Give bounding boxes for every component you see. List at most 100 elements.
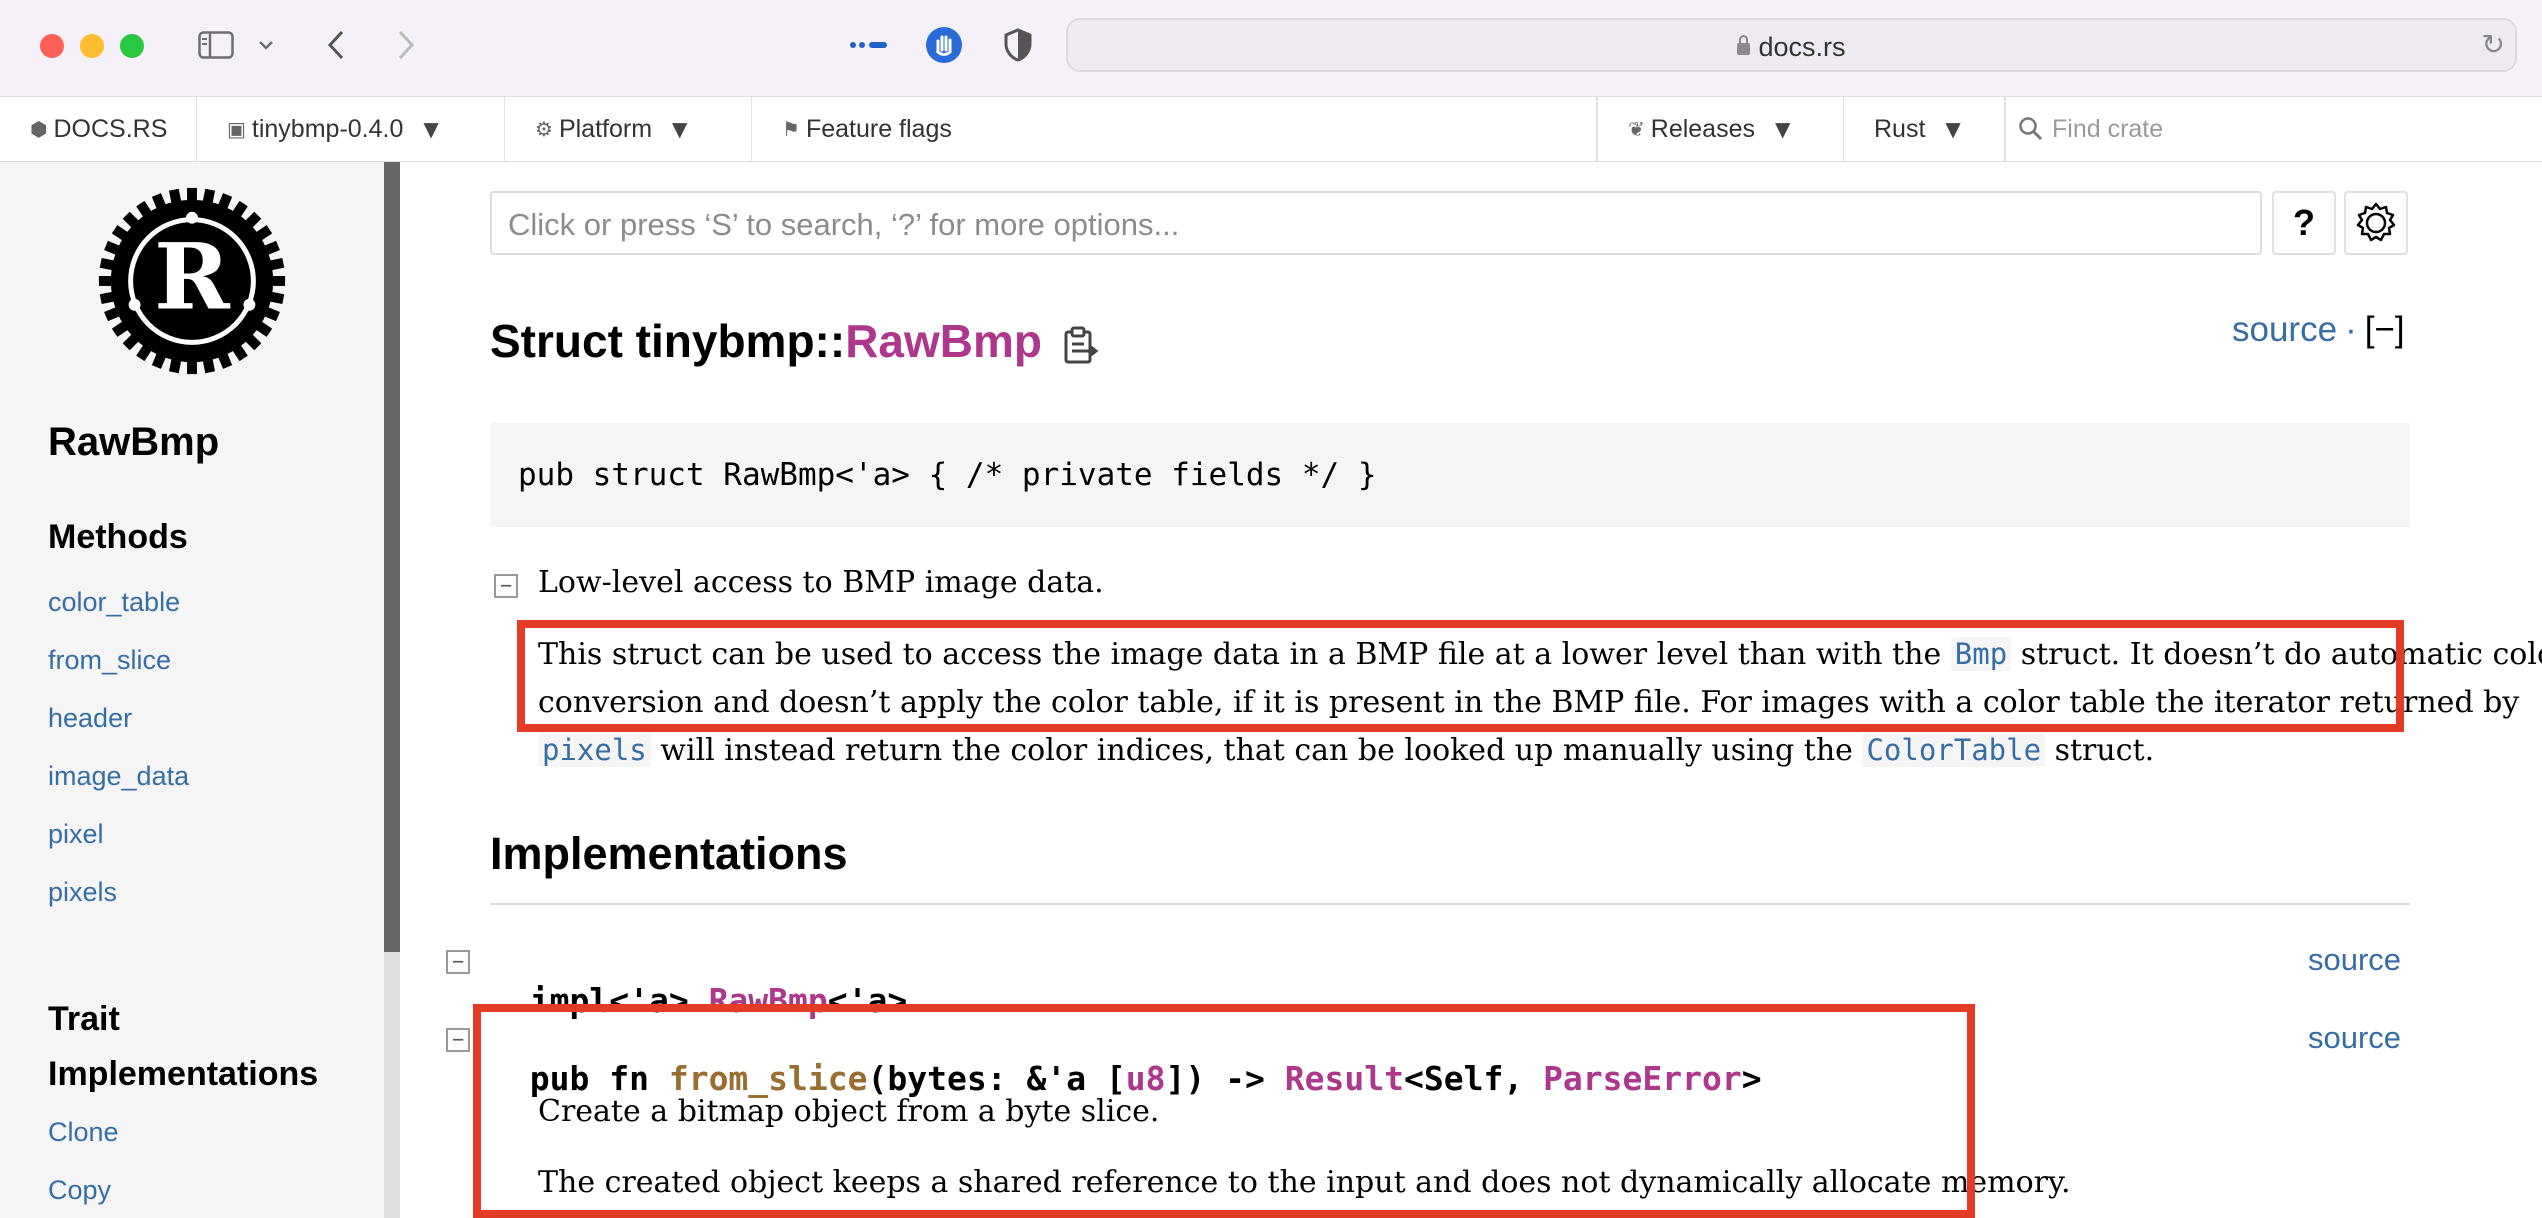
help-button[interactable]: ? bbox=[2272, 191, 2336, 255]
help-button-label: ? bbox=[2293, 202, 2315, 243]
collapse-all-toggle[interactable]: [−] bbox=[2365, 310, 2405, 349]
releases-menu[interactable]: ❦ Releases ▼ bbox=[1597, 97, 1844, 161]
cubes-icon: ⬢ bbox=[30, 117, 48, 141]
caret-down-icon: ▼ bbox=[1775, 117, 1791, 141]
doc-text: struct. bbox=[2045, 733, 2155, 768]
gear-tooth bbox=[187, 187, 197, 204]
impl-type-link[interactable]: RawBmp bbox=[709, 981, 828, 1020]
sidebar-method-image-data[interactable]: image_data bbox=[48, 761, 189, 792]
fn-args: <Self, bbox=[1403, 1059, 1544, 1098]
fn-args: > bbox=[1741, 1059, 1762, 1098]
clipboard-icon[interactable] bbox=[1062, 326, 1100, 366]
find-crate-input[interactable]: Find crate bbox=[2005, 97, 2163, 161]
method-signature: pub fn from_slice(bytes: &'a [u8]) -> Re… bbox=[490, 1020, 1762, 1098]
impl-toggle[interactable]: − bbox=[446, 950, 470, 974]
leaf-icon: ❦ bbox=[1628, 117, 1645, 141]
fn-args: ]) -> bbox=[1165, 1059, 1285, 1098]
fn-name-link[interactable]: from_slice bbox=[669, 1059, 868, 1098]
dots-icon[interactable] bbox=[848, 25, 890, 65]
settings-button[interactable] bbox=[2344, 191, 2408, 255]
trait-implementations-heading[interactable]: Trait Implementations bbox=[48, 992, 318, 1102]
platform-menu[interactable]: ⚙ Platform ▼ bbox=[505, 97, 752, 161]
u8-type-link[interactable]: u8 bbox=[1126, 1059, 1166, 1098]
doc-search-input[interactable]: Click or press ‘S’ to search, ‘?’ for mo… bbox=[490, 191, 2262, 255]
docblock-toggle[interactable]: − bbox=[494, 574, 518, 598]
caret-down-icon: ▼ bbox=[423, 117, 439, 141]
method-description-2: The created object keeps a shared refere… bbox=[538, 1165, 2071, 1200]
reload-icon[interactable]: ↻ bbox=[2482, 28, 2505, 61]
gear-tooth bbox=[187, 358, 197, 375]
color-table-link[interactable]: ColorTable bbox=[1862, 733, 2046, 767]
source-link[interactable]: source bbox=[2232, 310, 2337, 349]
sidebar-scrollbar-thumb[interactable] bbox=[384, 162, 400, 952]
method-toggle[interactable]: − bbox=[446, 1028, 470, 1052]
bmp-link[interactable]: Bmp bbox=[1950, 637, 2012, 671]
doc-text: will instead return the color indices, t… bbox=[650, 733, 1863, 768]
back-icon[interactable] bbox=[320, 25, 352, 65]
trait-heading-line2: Implementations bbox=[48, 1055, 319, 1093]
implementations-heading[interactable]: Implementations bbox=[490, 828, 848, 880]
docs-rs-home-link[interactable]: ⬢ DOCS.RS bbox=[0, 97, 197, 161]
sidebar-item-title[interactable]: RawBmp bbox=[48, 420, 219, 465]
sidebar: R RawBmp Methods color_table from_slice … bbox=[0, 162, 400, 1218]
forward-icon[interactable] bbox=[390, 25, 422, 65]
rust-menu[interactable]: Rust ▼ bbox=[1844, 97, 2005, 161]
method-description-1: Create a bitmap object from a byte slice… bbox=[538, 1094, 1160, 1129]
chevron-down-icon[interactable] bbox=[254, 25, 278, 65]
platform-menu-label: Platform bbox=[558, 114, 653, 143]
separator-dot: · bbox=[2345, 310, 2357, 349]
doc-paragraph-line-1: This struct can be used to access the im… bbox=[538, 637, 2542, 672]
sidebar-icon[interactable] bbox=[196, 25, 236, 65]
methods-heading[interactable]: Methods bbox=[48, 518, 188, 557]
feature-flags-link[interactable]: ⚑ Feature flags bbox=[752, 97, 1597, 161]
crate-menu[interactable]: ▣ tinybmp-0.4.0 ▼ bbox=[197, 97, 505, 161]
result-type-link[interactable]: Result bbox=[1285, 1059, 1404, 1098]
gear-tooth bbox=[98, 276, 115, 286]
page-title: Struct tinybmp::RawBmp bbox=[490, 314, 1042, 368]
declaration-code: pub struct RawBmp<'a> { /* private field… bbox=[518, 457, 1377, 493]
browser-toolbar: docs.rs ↻ bbox=[0, 0, 2542, 97]
fn-keyword: pub fn bbox=[529, 1059, 669, 1098]
sidebar-trait-copy[interactable]: Copy bbox=[48, 1175, 111, 1206]
url-host: docs.rs bbox=[1758, 32, 1846, 62]
doc-text: struct. It doesn’t do automatic color bbox=[2011, 637, 2542, 672]
releases-menu-label: Releases bbox=[1650, 114, 1755, 143]
parse-error-type-link[interactable]: ParseError bbox=[1543, 1059, 1742, 1098]
method-source-link[interactable]: source bbox=[2308, 1020, 2401, 1056]
fn-args: (bytes: &'a [ bbox=[867, 1059, 1126, 1098]
flag-icon: ⚑ bbox=[782, 117, 800, 141]
impl-source-link[interactable]: source bbox=[2308, 942, 2401, 978]
title-struct-name[interactable]: RawBmp bbox=[845, 315, 1042, 367]
hand-icon[interactable] bbox=[924, 25, 964, 65]
shield-icon[interactable] bbox=[1000, 25, 1036, 65]
crate-menu-label: tinybmp-0.4.0 bbox=[251, 114, 404, 143]
sidebar-method-pixels[interactable]: pixels bbox=[48, 877, 117, 908]
doc-paragraph-line-2: conversion and doesn’t apply the color t… bbox=[538, 685, 2520, 720]
sidebar-trait-clone[interactable]: Clone bbox=[48, 1117, 119, 1148]
lock-icon bbox=[1737, 35, 1751, 55]
impl-generic: <'a> bbox=[827, 981, 908, 1020]
url-display: docs.rs bbox=[1068, 32, 2515, 63]
caret-down-icon: ▼ bbox=[672, 117, 688, 141]
sidebar-method-pixel[interactable]: pixel bbox=[48, 819, 104, 850]
source-toggle-area: source · [−] bbox=[2232, 310, 2405, 350]
svg-text:R: R bbox=[154, 224, 231, 331]
cube-icon: ▣ bbox=[227, 117, 246, 141]
rust-logo-icon[interactable]: R bbox=[93, 182, 291, 380]
docs-rs-logo-text: DOCS.RS bbox=[53, 114, 168, 143]
minimize-window-button[interactable] bbox=[80, 34, 104, 58]
doc-paragraph-line-3: pixels will instead return the color ind… bbox=[538, 733, 2154, 768]
feature-flags-label: Feature flags bbox=[805, 114, 952, 143]
gear-icon bbox=[2356, 202, 2396, 242]
close-window-button[interactable] bbox=[40, 34, 64, 58]
sidebar-method-color-table[interactable]: color_table bbox=[48, 587, 180, 618]
pixels-link[interactable]: pixels bbox=[538, 733, 651, 767]
zoom-window-button[interactable] bbox=[120, 34, 144, 58]
impl-header: impl<'a> RawBmp<'a> bbox=[490, 942, 908, 1020]
caret-down-icon: ▼ bbox=[1945, 117, 1961, 141]
address-bar[interactable]: docs.rs ↻ bbox=[1066, 18, 2517, 72]
sidebar-method-from-slice[interactable]: from_slice bbox=[48, 645, 171, 676]
gears-icon: ⚙ bbox=[535, 117, 553, 141]
gear-tooth bbox=[269, 276, 286, 286]
sidebar-method-header[interactable]: header bbox=[48, 703, 132, 734]
